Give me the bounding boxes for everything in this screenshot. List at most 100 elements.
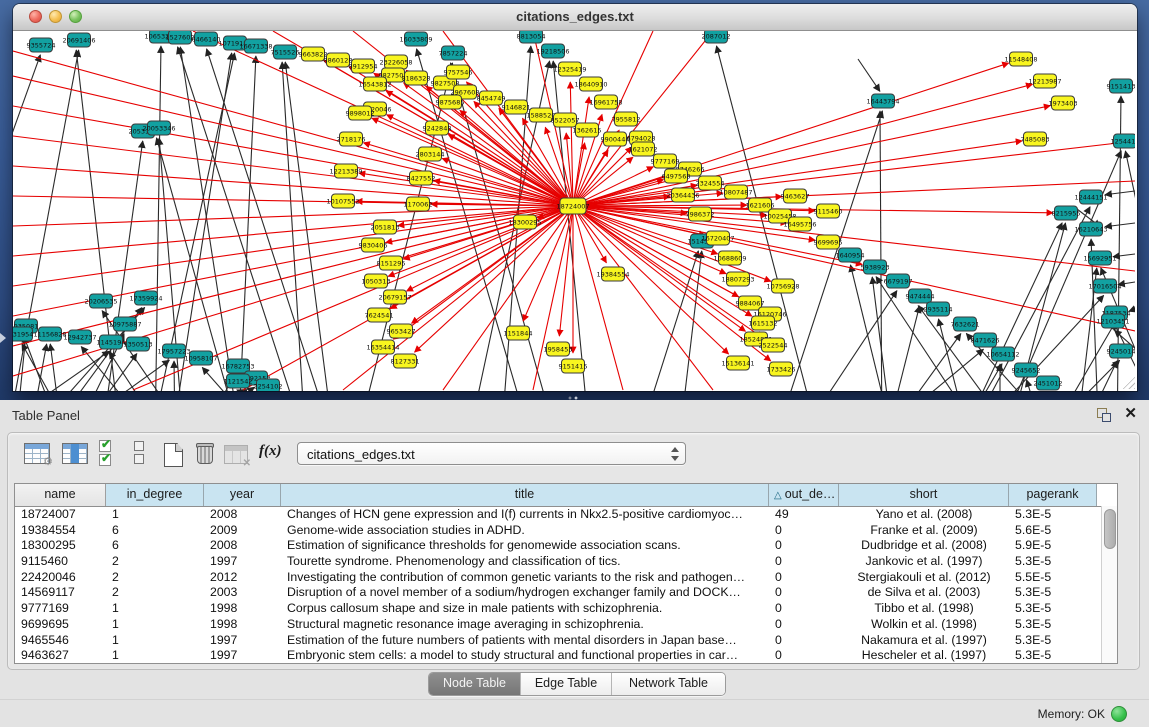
tab-network-table[interactable]: Network Table [611,673,725,695]
tab-node-table[interactable]: Node Table [429,673,520,695]
table-row[interactable]: 969969511998Structural magnetic resonanc… [15,617,1117,633]
cell-year: 1997 [204,648,281,664]
graph-node-label: 20053346 [142,124,175,132]
vertical-scrollbar[interactable] [1101,506,1117,663]
create-new-column-button[interactable] [164,443,183,467]
graph-node-label: 8186328 [402,74,431,82]
cell-name: 18300295 [15,538,106,554]
graph-node-label: 2522544 [759,341,788,349]
deselect-all-button[interactable] [134,441,144,465]
graph-node-label: 9757546 [444,68,473,76]
column-header-pagerank[interactable]: pagerank [1009,484,1097,506]
close-icon[interactable]: ✕ [1124,405,1137,423]
column-header-in_degree[interactable]: in_degree [106,484,204,506]
table-row[interactable]: 1938455462009Genome-wide association stu… [15,523,1117,539]
column-header-name[interactable]: name [15,484,106,506]
table-row[interactable]: 1456911722003Disruption of a novel membe… [15,585,1117,601]
graph-node-label: 16495756 [783,220,816,228]
window-titlebar[interactable]: citations_edges.txt [13,4,1137,31]
graph-node-label: 1350513 [124,340,153,348]
graph-edge [390,206,573,309]
cell-out_de: 0 [769,523,839,539]
graph-edge [170,53,232,391]
cell-pagerank: 5.3E-5 [1009,601,1097,617]
network-view-window[interactable]: citations_edges.txt 93557242069140610653… [13,4,1137,391]
graph-edge [393,206,573,339]
cell-name: 14569117 [15,585,106,601]
table-row[interactable]: 977716911998Corpus callosum shape and si… [15,601,1117,617]
show-columns-button[interactable] [62,443,88,464]
table-selector-dropdown[interactable]: citations_edges.txt [297,442,686,465]
table-header-row: namein_degreeyeartitle△out_de…shortpager… [15,484,1117,507]
graph-node-label: 8454749 [477,94,506,102]
cell-out_de: 0 [769,601,839,617]
table-row[interactable]: 946554611997Estimation of the future num… [15,633,1117,649]
graph-node-label: 16443794 [866,97,899,105]
cell-in_degree: 1 [106,648,204,664]
graph-node-label: 16720407 [701,234,734,242]
column-header-title[interactable]: title [281,484,769,506]
graph-edge [955,223,1062,391]
column-header-short[interactable]: short [839,484,1009,506]
table-row[interactable]: 1830029562008Estimation of significance … [15,538,1117,554]
delete-table-button[interactable] [224,445,248,464]
tab-edge-table[interactable]: Edge Table [520,673,611,695]
cell-short: Nakamura et al. (1997) [839,633,1009,649]
graph-node-label: 16543812 [358,80,391,88]
graph-node-label: 11548408 [1004,55,1037,63]
cell-out_de: 0 [769,585,839,601]
trash-icon [196,442,212,462]
graph-node-label: 8127331 [391,357,420,365]
cell-short: Stergiakouli et al. (2012) [839,570,1009,586]
graph-node-label: 16961758 [589,98,622,106]
graph-node-label: 9474444 [906,292,935,300]
graph-node-label: 16354414 [366,343,399,351]
fx-icon: f(x) [259,443,282,460]
cell-in_degree: 6 [106,523,204,539]
table-row[interactable]: 911546021997Tourette syndrome. Phenomeno… [15,554,1117,570]
graph-node-label: 10756928 [766,282,799,290]
scrollbar-thumb[interactable] [1104,509,1116,549]
graph-node-label: 7986372 [686,210,715,218]
graph-node-label: 6466140 [192,35,221,43]
graph-node-label: 16033809 [399,35,432,43]
delete-column-button[interactable] [196,442,212,462]
graph-node-label: 7624541 [365,311,394,319]
network-canvas[interactable]: 9355724206914061065328715276026466140107… [13,31,1135,391]
graph-node-label: 12213389 [329,167,362,175]
graph-edge [372,118,573,206]
graph-node-label: 20679157 [378,293,411,301]
delete-table-icon [224,445,248,464]
graph-node-label: 931954 [13,330,33,338]
column-header-out_de[interactable]: △out_de… [769,484,839,506]
float-window-icon[interactable] [1097,408,1111,422]
cell-in_degree: 2 [106,585,204,601]
table-row[interactable]: 1872400712008Changes of HCN gene express… [15,507,1117,523]
graph-node-label: 5938923 [861,263,890,271]
graph-node-label: 1145194 [97,338,126,346]
panel-collapse-handle[interactable] [0,333,6,343]
cell-year: 2008 [204,507,281,523]
graph-edge [876,334,961,391]
cell-title: Genome-wide association studies in ADHD. [281,523,769,539]
graph-node-label: 1121542 [224,377,253,385]
cell-out_de: 0 [769,538,839,554]
graph-node-label: 9900444 [601,135,630,143]
cell-short: Wolkin et al. (1998) [839,617,1009,633]
graph-node-label: 1170062 [404,200,433,208]
attribute-settings-button[interactable]: ⚙ [24,443,50,464]
column-header-year[interactable]: year [204,484,281,506]
graph-node-label: 10975887 [108,320,141,328]
function-builder-button[interactable]: f(x) [259,443,282,460]
graph-node-label: 8151295 [377,259,406,267]
graph-edge [573,31,713,206]
graph-node-label: 20691406 [62,36,95,44]
cell-title: Tourette syndrome. Phenomenology and cla… [281,554,769,570]
cell-year: 2003 [204,585,281,601]
graph-node-label: 11156828 [33,330,66,338]
table-row[interactable]: 946362711997Embryonic stem cells: a mode… [15,648,1117,664]
table-row[interactable]: 2242004622012Investigating the contribut… [15,570,1117,586]
select-all-button[interactable]: ✔✔ [99,440,113,466]
graph-edge [872,277,894,391]
cell-short: Dudbridge et al. (2008) [839,538,1009,554]
